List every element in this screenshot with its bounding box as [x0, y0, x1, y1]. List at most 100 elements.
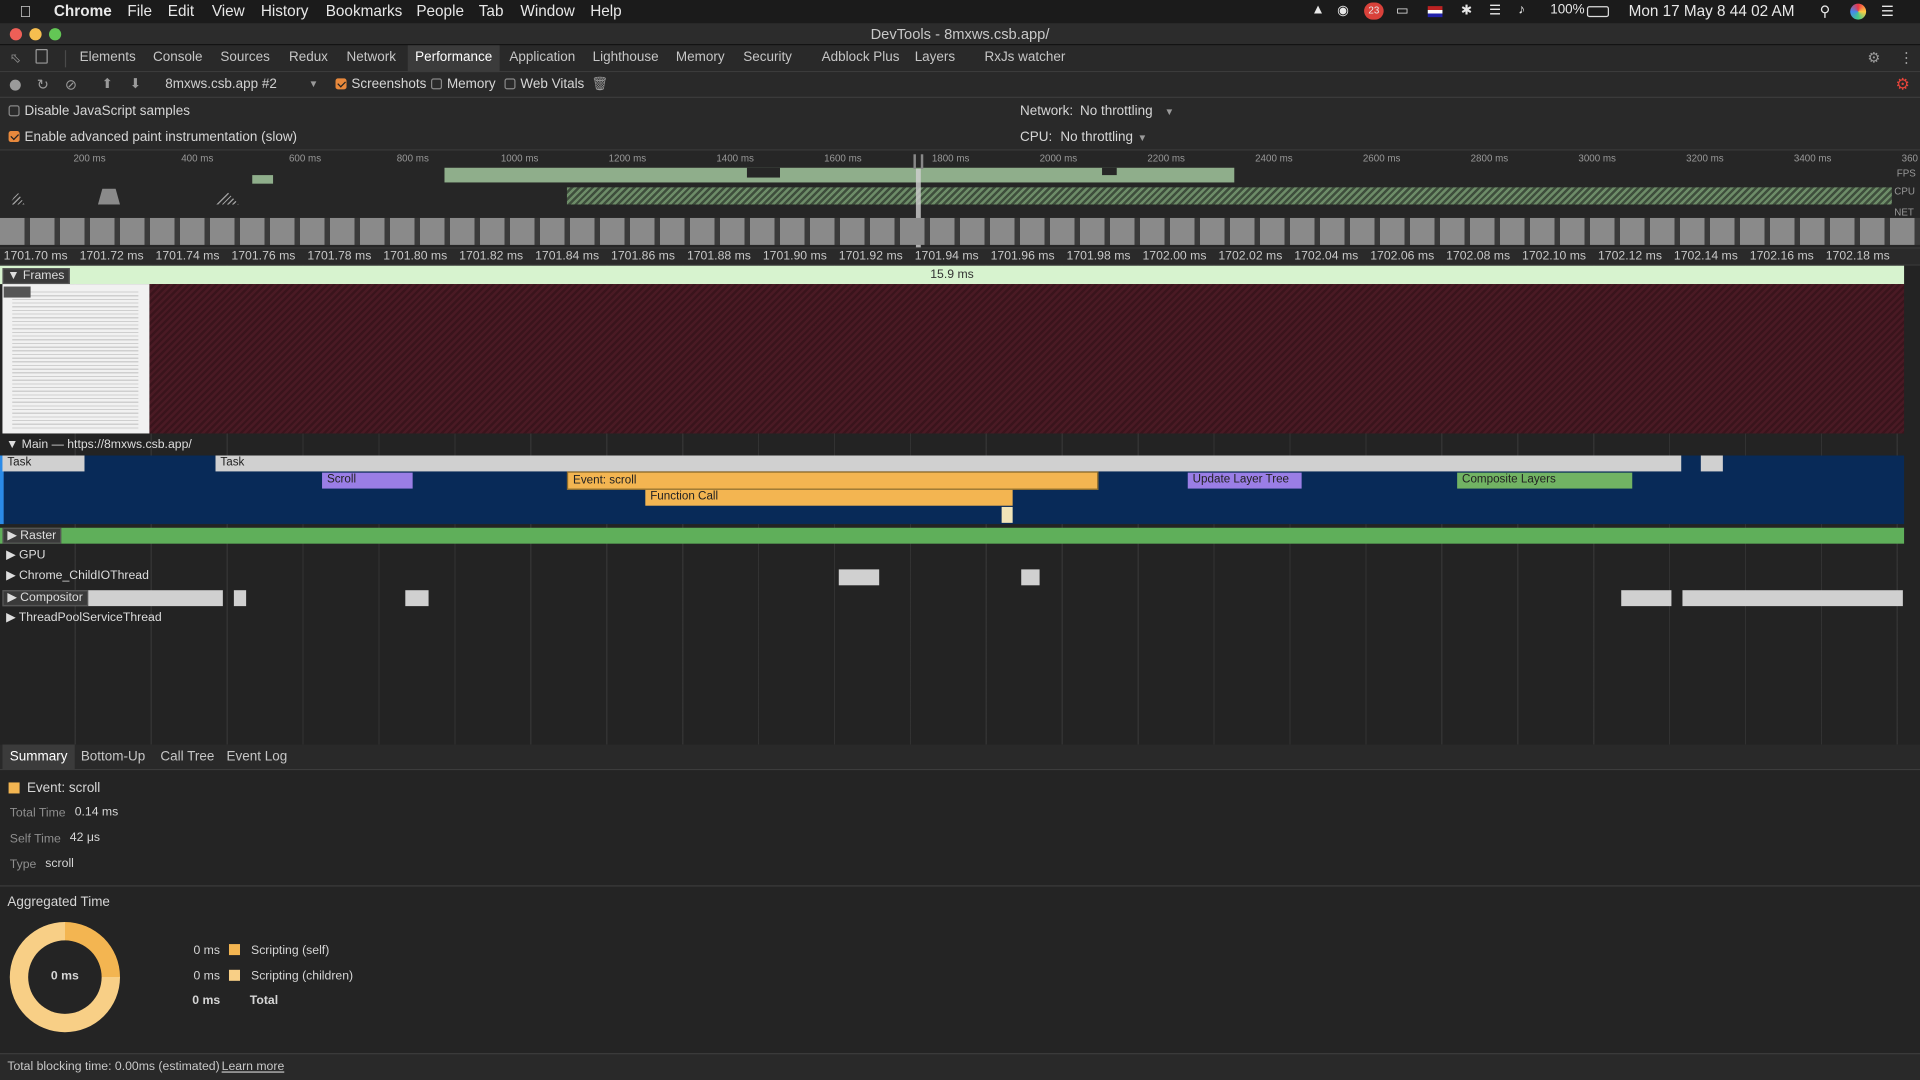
overview-ruler-label: 2200 ms	[1147, 153, 1185, 165]
tab-bottom-up[interactable]: Bottom-Up	[81, 749, 145, 764]
recording-select-chevron-icon[interactable]: ▼	[309, 78, 319, 89]
tab-summary[interactable]: Summary	[2, 744, 75, 771]
composite-layers-event[interactable]: Composite Layers	[1457, 472, 1633, 489]
clear-icon[interactable]: ⊘	[65, 76, 77, 93]
tab-call-tree[interactable]: Call Tree	[160, 749, 214, 764]
tab-security[interactable]: Security	[743, 50, 792, 65]
volume-icon[interactable]: ♪	[1518, 2, 1525, 17]
timeline-overview[interactable]: 200 ms 400 ms 600 ms 800 ms 1000 ms 1200…	[0, 150, 1920, 249]
time-tick: 1701.78 ms	[307, 249, 372, 264]
compositor-task[interactable]	[1621, 590, 1672, 607]
menu-window[interactable]: Window	[520, 2, 574, 19]
spotlight-search-icon[interactable]: ⚲	[1820, 2, 1831, 19]
tab-elements[interactable]: Elements	[80, 50, 136, 65]
tab-event-log[interactable]: Event Log	[227, 749, 288, 764]
notification-badge[interactable]: 23	[1364, 2, 1384, 20]
scroll-event[interactable]: Scroll	[322, 472, 413, 489]
menu-file[interactable]: File	[127, 2, 152, 19]
time-tick: 1701.94 ms	[914, 249, 979, 264]
frame-duration-bar[interactable]: 15.9 ms	[0, 265, 1905, 285]
network-throttling-select[interactable]: No throttling	[1080, 104, 1153, 119]
function-call-event[interactable]: Function Call	[645, 489, 1013, 506]
battery-icon[interactable]	[1586, 6, 1609, 18]
advanced-paint-checkbox[interactable]: Enable advanced paint instrumentation (s…	[8, 130, 297, 144]
event-scroll-selected[interactable]: Event: scroll	[566, 471, 1099, 490]
child-call-event[interactable]	[1001, 506, 1013, 523]
compositor-task[interactable]	[405, 590, 429, 607]
task-event[interactable]: Task	[215, 455, 1682, 472]
upload-profile-icon[interactable]: ⬆	[102, 76, 113, 92]
update-layer-tree-event[interactable]: Update Layer Tree	[1187, 472, 1302, 489]
menu-history[interactable]: History	[261, 2, 309, 19]
notification-center-icon[interactable]: ☰	[1881, 2, 1894, 19]
tab-console[interactable]: Console	[153, 50, 202, 65]
screenshots-checkbox[interactable]: Screenshots	[335, 77, 426, 92]
menu-people[interactable]: People	[416, 2, 464, 19]
tab-adblock-plus[interactable]: Adblock Plus	[822, 50, 900, 65]
garbage-collect-icon[interactable]: 🗑	[591, 76, 608, 92]
vlc-icon[interactable]: ▲	[1311, 2, 1324, 17]
airplay-icon[interactable]: ▭	[1396, 2, 1409, 19]
apple-logo-icon[interactable]: 	[20, 2, 32, 20]
reload-record-icon[interactable]: ↻	[37, 76, 49, 93]
threadpool-track-label[interactable]: ▶ ThreadPoolServiceThread	[2, 611, 165, 624]
flame-chart[interactable]: 15.9 ms ▼ Frames ▼ Main — https://8mxws.…	[0, 265, 1920, 745]
web-vitals-checkbox[interactable]: Web Vitals	[504, 77, 584, 92]
task-event-small[interactable]	[1700, 455, 1723, 472]
siri-icon[interactable]	[1850, 3, 1867, 20]
compositor-task[interactable]	[1682, 590, 1903, 607]
menu-edit[interactable]: Edit	[168, 2, 194, 19]
wifi-icon[interactable]: ☰	[1489, 2, 1501, 19]
screenshot-filmstrip[interactable]	[0, 217, 1920, 245]
menu-help[interactable]: Help	[590, 2, 621, 19]
tab-network[interactable]: Network	[347, 50, 396, 65]
tab-rxjs-watcher[interactable]: RxJs watcher	[984, 50, 1065, 65]
cpu-chevron-icon[interactable]: ▼	[1138, 132, 1148, 143]
childio-task[interactable]	[1021, 569, 1040, 586]
compositor-task[interactable]	[233, 590, 247, 607]
capture-settings-gear-icon[interactable]: ⚙	[1896, 75, 1910, 95]
frame-screenshot-thumbnail[interactable]	[2, 284, 150, 434]
cpu-throttling-select[interactable]: No throttling	[1060, 130, 1133, 145]
task-event[interactable]: Task	[2, 455, 85, 472]
childio-task[interactable]	[838, 569, 880, 586]
frames-track-label[interactable]: ▼ Frames	[2, 268, 70, 285]
recording-select[interactable]: 8mxws.csb.app #2	[165, 77, 277, 92]
raster-track-bar[interactable]	[0, 527, 1905, 544]
main-track-label[interactable]: ▼ Main — https://8mxws.csb.app/	[2, 438, 195, 451]
learn-more-link[interactable]: Learn more	[222, 1060, 285, 1073]
tab-redux[interactable]: Redux	[289, 50, 328, 65]
tab-sources[interactable]: Sources	[220, 50, 269, 65]
menubar-clock[interactable]: Mon 17 May 8 44 02 AM	[1629, 2, 1795, 19]
network-chevron-icon[interactable]: ▼	[1164, 107, 1174, 118]
settings-gear-icon[interactable]: ⚙	[1867, 49, 1880, 66]
compositor-track-label[interactable]: ▶ Compositor	[2, 590, 88, 607]
memory-checkbox[interactable]: Memory	[431, 77, 496, 92]
frame-filmstrip-dropped[interactable]	[149, 284, 1905, 434]
donut-center-label: 0 ms	[28, 940, 102, 1014]
disable-js-samples-checkbox[interactable]: Disable JavaScript samples	[8, 104, 190, 119]
battery-percent[interactable]: 100%	[1550, 2, 1584, 17]
us-flag-icon[interactable]	[1427, 6, 1443, 18]
selection-handle[interactable]	[913, 154, 924, 169]
headphones-icon[interactable]: ◉	[1337, 2, 1349, 19]
childio-track-label[interactable]: ▶ Chrome_ChildIOThread	[2, 569, 152, 582]
download-profile-icon[interactable]: ⬇	[130, 76, 141, 92]
inspect-element-icon[interactable]: ⬁	[10, 50, 21, 66]
raster-track-label[interactable]: ▶ Raster	[2, 527, 62, 544]
time-tick: 1701.96 ms	[990, 249, 1055, 264]
menu-bookmarks[interactable]: Bookmarks	[326, 2, 403, 19]
record-icon[interactable]	[9, 79, 21, 91]
tab-lighthouse[interactable]: Lighthouse	[593, 50, 659, 65]
menu-app-name[interactable]: Chrome	[54, 2, 112, 19]
tab-application[interactable]: Application	[509, 50, 575, 65]
more-options-icon[interactable]: ⋮	[1899, 49, 1914, 66]
device-toolbar-icon[interactable]	[35, 48, 48, 64]
tab-memory[interactable]: Memory	[676, 50, 725, 65]
bluetooth-icon[interactable]: ✱	[1461, 2, 1472, 19]
tab-performance[interactable]: Performance	[407, 45, 500, 73]
menu-tab[interactable]: Tab	[479, 2, 504, 19]
menu-view[interactable]: View	[212, 2, 245, 19]
tab-layers[interactable]: Layers	[915, 50, 955, 65]
gpu-track-label[interactable]: ▶ GPU	[2, 549, 49, 562]
